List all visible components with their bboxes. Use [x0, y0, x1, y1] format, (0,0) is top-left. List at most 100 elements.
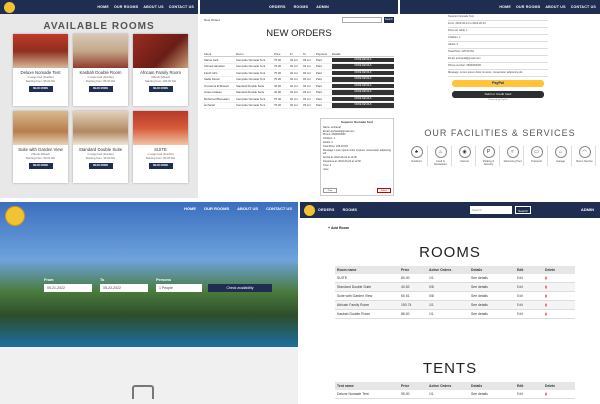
nav-home[interactable]: HOME	[97, 5, 109, 9]
more-details-button[interactable]: MORE DETAILS	[332, 70, 394, 75]
col-name: Room name	[337, 268, 357, 272]
read-more-button[interactable]: READ MORE	[88, 163, 113, 169]
more-details-button[interactable]: MORE DETAILS	[332, 90, 394, 95]
read-more-button[interactable]: READ MORE	[148, 163, 173, 169]
more-details-button[interactable]: MORE DETAILS	[332, 83, 394, 88]
more-details-button[interactable]: MORE DETAILS	[332, 96, 394, 101]
more-details-button[interactable]: MORE DETAILS	[332, 64, 394, 69]
nav-home[interactable]: HOME	[184, 206, 196, 211]
nav-contact[interactable]: CONTACT US	[169, 5, 194, 9]
check-availability-button[interactable]: Check availability	[208, 284, 272, 292]
search-group: Search	[342, 17, 394, 23]
nav-home[interactable]: HOME	[499, 5, 511, 9]
logo[interactable]	[5, 206, 25, 226]
facility-label: Internet	[460, 160, 469, 163]
edit-button[interactable]: Edit	[517, 303, 545, 307]
delete-button[interactable]: Delete	[377, 188, 391, 193]
edit-button[interactable]: Edit	[517, 294, 545, 298]
see-details-link[interactable]: See details	[471, 285, 517, 289]
room-card: Standard Double Suite 1 Large bed (Double…	[73, 111, 128, 183]
nav-admin[interactable]: ADMIN	[316, 5, 329, 9]
search-button[interactable]: Search	[384, 17, 394, 23]
card-payment-button[interactable]: Debit or Credit Card	[452, 91, 544, 98]
nav-rooms[interactable]: OUR ROOMS	[204, 206, 229, 211]
more-details-button[interactable]: MORE DETAILS	[332, 57, 394, 62]
nav-rooms[interactable]: ROOMS	[343, 208, 358, 212]
search-button[interactable]: Search	[515, 206, 531, 214]
read-more-button[interactable]: READ MORE	[28, 163, 53, 169]
to-label: To	[100, 278, 105, 282]
people-select[interactable]: 1 People	[156, 284, 202, 292]
edit-button[interactable]: Edit	[517, 285, 545, 289]
room-image[interactable]	[73, 111, 128, 145]
read-more-button[interactable]: READ MORE	[88, 86, 113, 92]
cell-payment: Paid	[316, 83, 322, 88]
see-details-link[interactable]: See details	[471, 303, 517, 307]
room-image[interactable]	[13, 34, 68, 68]
trash-icon[interactable]: ▮	[545, 303, 575, 307]
nav-contact[interactable]: CONTACT US	[571, 5, 596, 9]
nav-orders[interactable]: ORDERS	[318, 208, 335, 212]
admin-rooms-panel: ORDERS ROOMS Search Search ADMIN + Add R…	[300, 202, 600, 404]
see-details-link[interactable]: See details	[471, 294, 517, 298]
trash-icon[interactable]: ▮	[545, 285, 575, 289]
people-label: Persons	[156, 278, 171, 282]
from-date-input[interactable]: 05-21-2022	[44, 284, 92, 292]
trash-icon[interactable]: ▮	[545, 294, 575, 298]
cell-to: 03 Jul	[303, 96, 311, 101]
orders-filter-label[interactable]: New Orders	[204, 18, 220, 22]
booking-summary: Superior Nomade Tent From: 2022-06-21 to…	[448, 14, 548, 77]
cell-client: Farah Idris	[204, 70, 218, 75]
search-input[interactable]: Search	[470, 206, 512, 214]
room-price: Starting from: 80.00 DH	[145, 156, 176, 160]
cell-client: Salma Jack	[204, 57, 219, 62]
nav-about[interactable]: ABOUT US	[237, 206, 258, 211]
see-details-link[interactable]: See details	[471, 392, 517, 396]
summary-line: Adults: 2	[448, 42, 548, 49]
trash-icon[interactable]: ▮	[545, 312, 575, 316]
nav-rooms[interactable]: OUR ROOMS	[516, 5, 540, 9]
room-card: Kasbah Double Room 1 Large bed (Double) St…	[73, 34, 128, 106]
more-details-button[interactable]: MORE DETAILS	[332, 103, 394, 108]
room-image[interactable]	[133, 111, 188, 145]
col-from: Fr	[290, 52, 293, 56]
cell-payment: Paid	[316, 64, 322, 69]
col-orders: Active Orders	[429, 384, 452, 388]
trash-icon[interactable]: ▮	[545, 392, 575, 396]
to-date-input[interactable]: 05-23-2022	[100, 284, 148, 292]
edit-button[interactable]: Edit	[517, 392, 545, 396]
facility-label: Transport	[530, 160, 542, 163]
summary-line: Phone number: 0600000000	[448, 63, 548, 70]
edit-button[interactable]: Edit	[517, 276, 545, 280]
search-input[interactable]	[342, 17, 382, 23]
trash-icon[interactable]: ▮	[545, 276, 575, 280]
see-details-link[interactable]: See details	[471, 312, 517, 316]
read-more-button[interactable]: READ MORE	[28, 86, 53, 92]
more-details-button[interactable]: MORE DETAILS	[332, 77, 394, 82]
read-more-button[interactable]: READ MORE	[148, 86, 173, 92]
room-image[interactable]	[13, 111, 68, 145]
admin-nav: ORDERS ROOMS ADMIN	[200, 0, 398, 14]
admin-menu[interactable]: ADMIN	[581, 207, 594, 212]
nav-about[interactable]: ABOUT US	[143, 5, 163, 9]
nav-rooms[interactable]: ROOMS	[294, 5, 309, 9]
room-image[interactable]	[133, 34, 188, 68]
facility-label: Food & Restaurant	[434, 160, 447, 166]
paypal-button[interactable]: PayPal	[452, 80, 544, 87]
logo[interactable]	[4, 2, 15, 13]
nav-orders[interactable]: ORDERS	[269, 5, 286, 9]
room-price: Starting from: 86.00 DH	[85, 79, 116, 83]
room-image[interactable]	[73, 34, 128, 68]
col-delete: Delete	[545, 268, 556, 272]
nav-contact[interactable]: CONTACT US	[266, 206, 292, 211]
logo[interactable]	[304, 205, 315, 216]
room-price: Starting from: 60.00 DH	[25, 156, 56, 160]
nav-about[interactable]: ABOUT US	[545, 5, 565, 9]
nav-rooms[interactable]: OUR ROOMS	[114, 5, 138, 9]
cell-client: Imane Iddaoui	[204, 90, 222, 95]
print-button[interactable]: Print	[323, 188, 337, 193]
top-nav: HOME OUR ROOMS ABOUT US CONTACT US	[400, 0, 600, 14]
see-details-link[interactable]: See details	[471, 276, 517, 280]
add-room-button[interactable]: + Add Room	[328, 226, 349, 230]
edit-button[interactable]: Edit	[517, 312, 545, 316]
